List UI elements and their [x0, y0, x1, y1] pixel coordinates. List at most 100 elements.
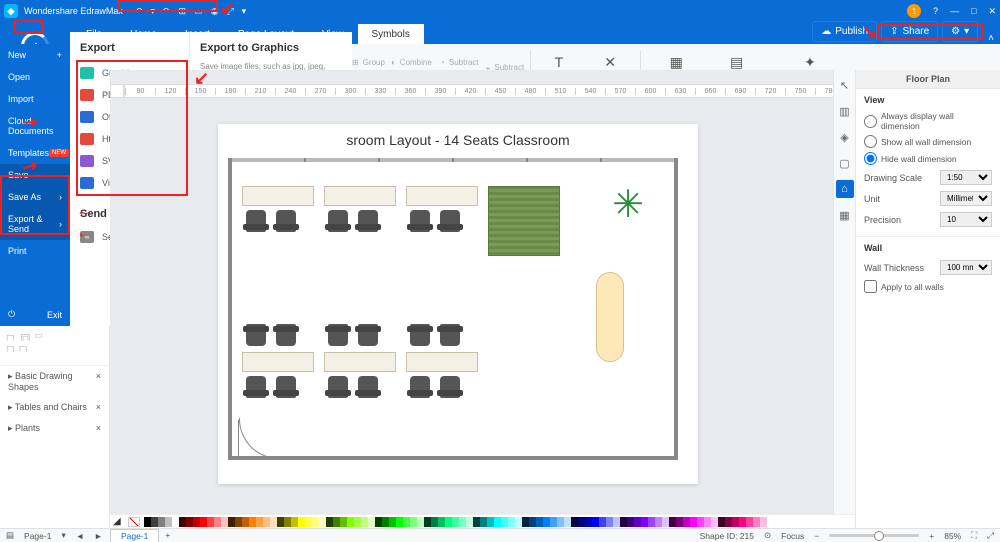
color-swatch[interactable] [669, 517, 676, 527]
fit-icon[interactable]: ⛶ [971, 530, 977, 541]
color-swatch[interactable] [179, 517, 186, 527]
chair[interactable] [440, 210, 460, 232]
color-swatch[interactable] [270, 517, 277, 527]
zoom-slider[interactable] [829, 534, 919, 537]
chair[interactable] [410, 324, 430, 346]
close-cat-icon[interactable]: × [96, 402, 101, 413]
color-swatch[interactable] [326, 517, 333, 527]
color-swatch[interactable] [375, 517, 382, 527]
rt-layers-icon[interactable]: ▥ [836, 102, 854, 120]
color-swatch[interactable] [431, 517, 438, 527]
color-swatch[interactable] [410, 517, 417, 527]
color-swatch[interactable] [452, 517, 459, 527]
rt-floorplan-icon[interactable]: ⌂ [836, 180, 854, 198]
color-swatch[interactable] [662, 517, 669, 527]
page-tab[interactable]: Page-1 [110, 529, 159, 542]
color-swatch[interactable] [536, 517, 543, 527]
color-swatch[interactable] [704, 517, 711, 527]
rt-theme-icon[interactable]: ◈ [836, 128, 854, 146]
next-page-icon[interactable]: ► [94, 531, 102, 541]
desk[interactable] [324, 352, 396, 372]
chair[interactable] [358, 324, 378, 346]
qat-more-icon[interactable]: ▾ [242, 6, 247, 17]
chair[interactable] [328, 324, 348, 346]
color-swatch[interactable] [543, 517, 550, 527]
shape-category[interactable]: ▸ Plants× [0, 418, 109, 439]
unit-select[interactable]: Millimet... [940, 191, 992, 206]
thickness-select[interactable]: 100 mm [940, 260, 992, 275]
chair[interactable] [276, 376, 296, 398]
chair[interactable] [410, 376, 430, 398]
color-swatch[interactable] [144, 517, 151, 527]
drawing-page[interactable]: sroom Layout - 14 Seats Classroom ✳ [218, 124, 698, 484]
color-swatch[interactable] [305, 517, 312, 527]
color-swatch[interactable] [592, 517, 599, 527]
rt-cursor-icon[interactable]: ↖ [836, 76, 854, 94]
shape-category[interactable]: ▸ Tables and Chairs× [0, 397, 109, 418]
chair[interactable] [328, 376, 348, 398]
color-swatch[interactable] [648, 517, 655, 527]
page-dropdown-icon[interactable]: ▾ [61, 530, 65, 541]
color-swatch[interactable] [697, 517, 704, 527]
zoom-out-icon[interactable]: − [814, 531, 819, 541]
color-swatch[interactable] [711, 517, 718, 527]
chair[interactable] [328, 210, 348, 232]
combine-icon[interactable]: ◐ [391, 58, 396, 67]
color-swatch[interactable] [319, 517, 326, 527]
color-swatch[interactable] [277, 517, 284, 527]
color-swatch[interactable] [613, 517, 620, 527]
rug[interactable] [488, 186, 560, 256]
chair[interactable] [440, 376, 460, 398]
color-swatch[interactable] [284, 517, 291, 527]
color-swatch[interactable] [585, 517, 592, 527]
color-swatch[interactable] [718, 517, 725, 527]
opt-always[interactable]: Always display wall dimension [864, 109, 992, 133]
nav-print[interactable]: Print [0, 240, 70, 262]
tab-symbols[interactable]: Symbols [358, 24, 424, 44]
fullscreen-icon[interactable]: ⤢ [987, 530, 994, 541]
color-swatch[interactable] [200, 517, 207, 527]
color-swatch[interactable] [445, 517, 452, 527]
color-swatch[interactable] [683, 517, 690, 527]
minimize-icon[interactable]: — [950, 6, 959, 16]
color-swatch[interactable] [389, 517, 396, 527]
color-swatch[interactable] [655, 517, 662, 527]
chair[interactable] [358, 210, 378, 232]
add-page-icon[interactable]: + [165, 530, 170, 540]
chair[interactable] [276, 210, 296, 232]
notification-badge[interactable]: 1 [907, 4, 921, 18]
no-color[interactable] [128, 517, 140, 527]
color-swatch[interactable] [641, 517, 648, 527]
color-swatch[interactable] [235, 517, 242, 527]
canvas[interactable]: 9012015018021024027030033036039042045048… [110, 70, 855, 514]
color-swatch[interactable] [263, 517, 270, 527]
room-outline[interactable]: ✳ [228, 158, 678, 460]
precision-select[interactable]: 10 [940, 212, 992, 227]
desk[interactable] [242, 186, 314, 206]
chair[interactable] [246, 210, 266, 232]
color-swatch[interactable] [627, 517, 634, 527]
opt-showall[interactable]: Show all wall dimension [864, 133, 992, 150]
color-swatch[interactable] [291, 517, 298, 527]
chair[interactable] [358, 376, 378, 398]
color-swatch[interactable] [207, 517, 214, 527]
shape-category[interactable]: ▸ Basic Drawing Shapes× [0, 366, 109, 397]
color-swatch[interactable] [249, 517, 256, 527]
scale-select[interactable]: 1:50 [940, 170, 992, 185]
chair[interactable] [246, 324, 266, 346]
color-swatch[interactable] [214, 517, 221, 527]
palette-picker-icon[interactable]: ◢ [110, 516, 124, 527]
color-swatch[interactable] [557, 517, 564, 527]
close-cat-icon[interactable]: × [96, 371, 101, 392]
close-icon[interactable]: ✕ [988, 6, 996, 17]
page-label[interactable]: Page-1 [24, 531, 51, 541]
color-swatch[interactable] [746, 517, 753, 527]
color-swatch[interactable] [396, 517, 403, 527]
color-swatch[interactable] [466, 517, 473, 527]
desk[interactable] [242, 352, 314, 372]
color-swatch[interactable] [564, 517, 571, 527]
color-swatch[interactable] [515, 517, 522, 527]
maximize-icon[interactable]: □ [971, 6, 976, 16]
plant[interactable]: ✳ [612, 182, 644, 227]
chair[interactable] [440, 324, 460, 346]
